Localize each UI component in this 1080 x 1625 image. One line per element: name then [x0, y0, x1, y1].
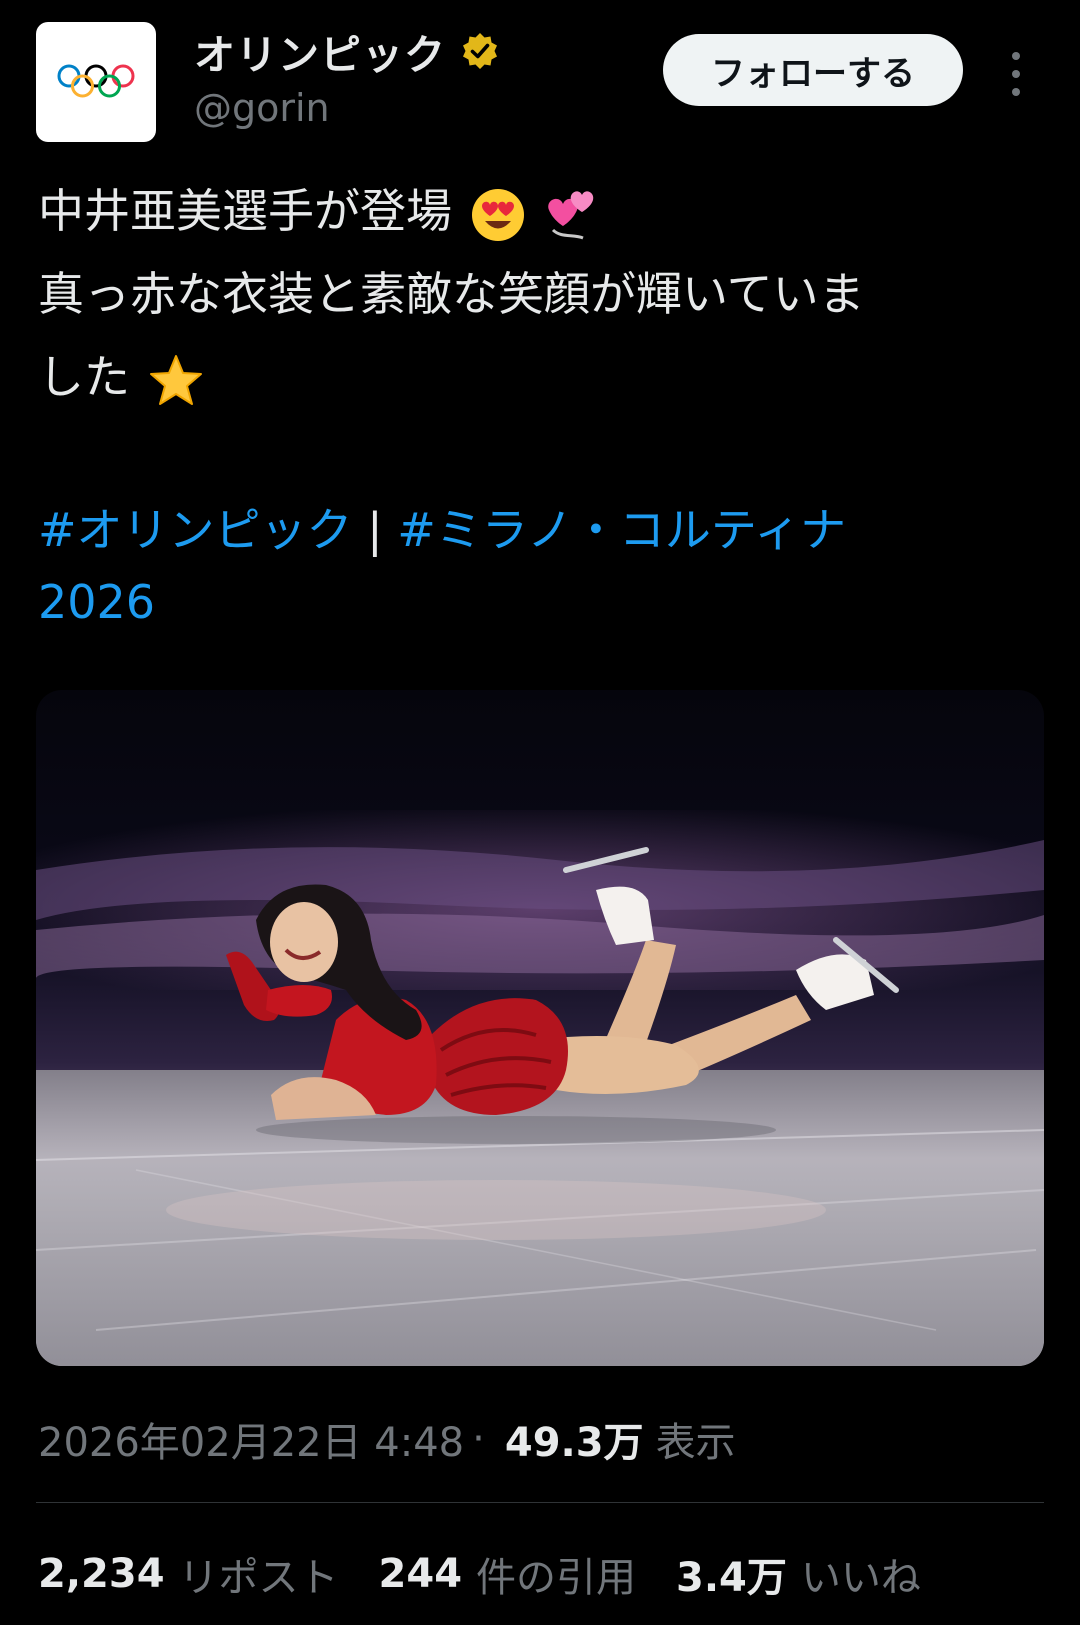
likes-stat[interactable]: 3.4万 いいね — [676, 1545, 921, 1603]
hashtag-milano-cortina-year: 2026 — [38, 575, 156, 629]
views-count: 49.3万 — [504, 1420, 644, 1466]
reposts-count: 2,234 — [38, 1551, 165, 1597]
tweet-datetime[interactable]: 2026年02月22日 4:48 — [38, 1410, 464, 1468]
hashtag-separator: | — [367, 503, 383, 557]
more-dot — [1012, 70, 1020, 78]
hashtag-milano-cortina-text: #ミラノ・コルティナ — [397, 503, 847, 557]
hashtags: #オリンピック | #ミラノ・コルティナ 2026 — [38, 494, 1038, 638]
display-name[interactable]: オリンピック — [194, 21, 446, 81]
author-names: オリンピック @gorin — [194, 22, 500, 130]
likes-label: いいね — [800, 1555, 921, 1601]
follow-button[interactable]: フォローする — [663, 34, 963, 106]
divider — [36, 1502, 1044, 1503]
tweet-line-3: した — [38, 336, 1038, 419]
reposts-label: リポスト — [178, 1555, 339, 1601]
avatar[interactable] — [36, 22, 156, 142]
revolving-hearts-icon — [548, 190, 594, 239]
tweet-header: オリンピック @gorin フォローする — [36, 22, 1044, 142]
tweet-line-1: 中井亜美選手が登場 — [38, 170, 1038, 253]
handle[interactable]: @gorin — [194, 86, 500, 130]
display-name-row: オリンピック — [194, 22, 500, 80]
tweet-line-3-text: した — [38, 350, 130, 404]
skater-photo — [36, 690, 1044, 1366]
more-dot — [1012, 88, 1020, 96]
likes-count: 3.4万 — [676, 1555, 787, 1601]
tweet-line-2: 真っ赤な衣装と素敵な笑顔が輝いていま — [38, 267, 865, 321]
meta-dot: · — [472, 1416, 485, 1462]
quotes-label: 件の引用 — [476, 1555, 637, 1601]
more-vertical-icon[interactable] — [1002, 52, 1030, 96]
verified-gold-icon — [463, 33, 497, 69]
smiling-face-heart-eyes-icon — [471, 188, 524, 241]
tweet-text: 中井亜美選手が登場 真っ赤な衣装と素敵な笑顔が輝いていま した — [38, 170, 1038, 419]
hashtag-olympic[interactable]: #オリンピック — [38, 503, 353, 557]
tweet-meta: 2026年02月22日 4:48 · 49.3万 表示 — [38, 1410, 736, 1468]
olympic-rings-logo — [57, 64, 135, 98]
star-icon — [149, 354, 202, 405]
more-dot — [1012, 52, 1020, 60]
views-label: 表示 — [655, 1420, 736, 1466]
tweet-stats: 2,234 リポスト 244 件の引用 3.4万 いいね — [38, 1545, 961, 1603]
quotes-stat[interactable]: 244 件の引用 — [379, 1545, 637, 1603]
tweet-line-1-text: 中井亜美選手が登場 — [38, 184, 452, 238]
quotes-count: 244 — [378, 1551, 463, 1597]
reposts-stat[interactable]: 2,234 リポスト — [38, 1545, 339, 1603]
tweet-photo[interactable] — [36, 690, 1044, 1366]
